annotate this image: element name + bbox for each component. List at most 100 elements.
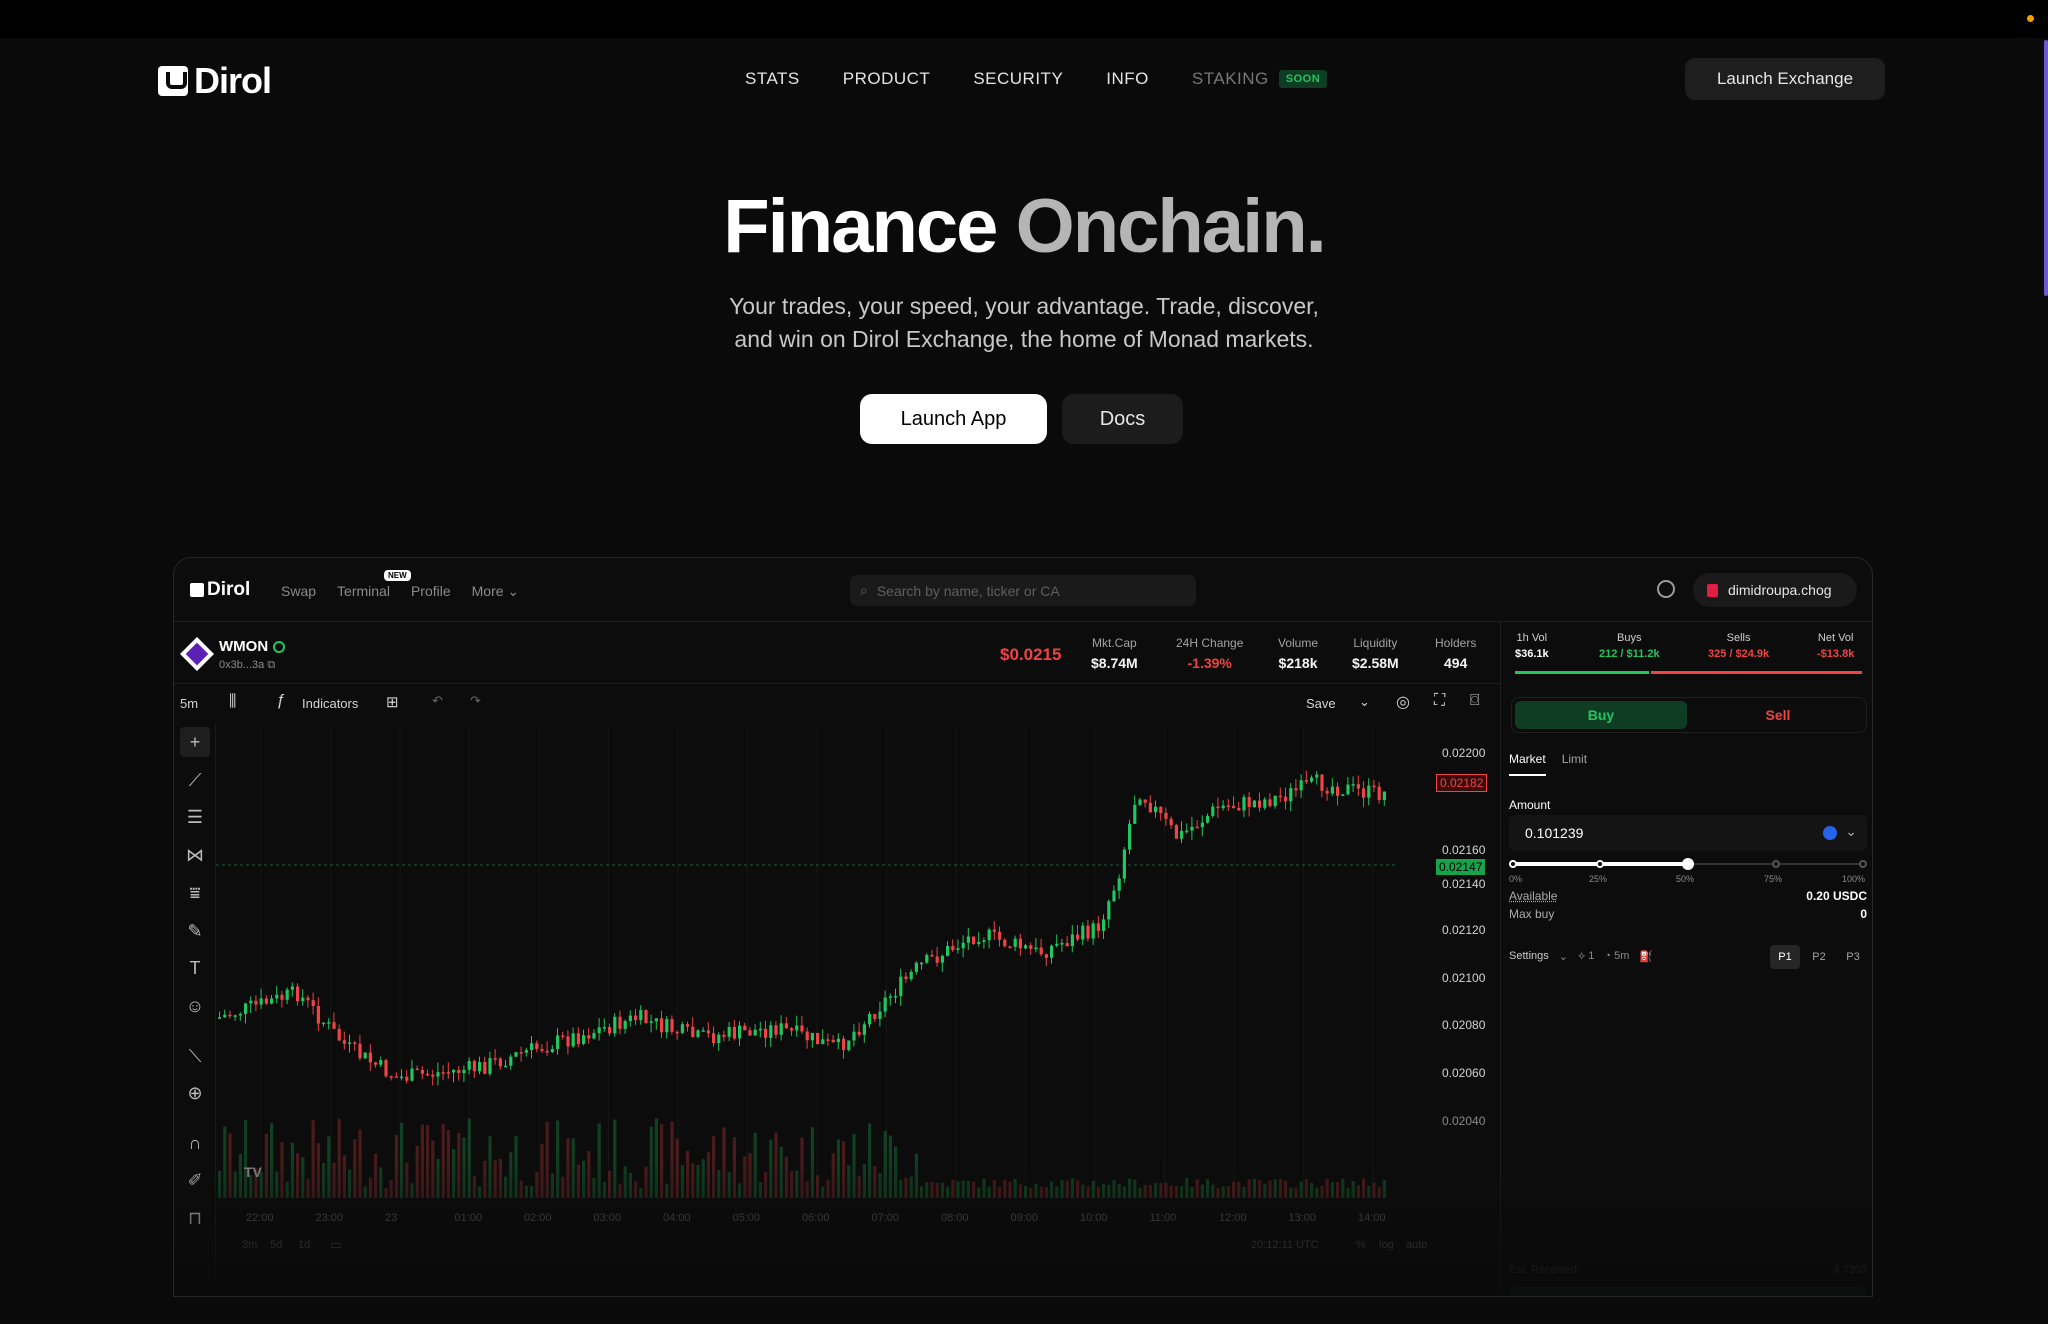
candle-body [634, 1015, 638, 1021]
auto-toggle[interactable]: auto [1406, 1239, 1427, 1251]
text-tool-icon[interactable]: T [180, 953, 210, 983]
volume-bar [852, 1134, 856, 1198]
brush-icon[interactable]: ✎ [180, 916, 210, 946]
range-1d[interactable]: 1d [298, 1239, 310, 1251]
volume-bar [233, 1171, 237, 1198]
slider-stop [1509, 860, 1517, 868]
candle-body [1070, 934, 1074, 946]
vol-value: 325 / $24.9k [1708, 648, 1770, 660]
tab-swap[interactable]: Swap [281, 583, 316, 600]
tab-market[interactable]: Market [1509, 752, 1546, 776]
candle-body [940, 955, 944, 963]
site-logo[interactable]: Dirol [158, 60, 272, 102]
nav-staking[interactable]: STAKING SOON [1192, 69, 1328, 89]
candle-body [920, 962, 924, 965]
indicators-button[interactable]: Indicators [302, 696, 358, 711]
usdc-coin-icon [1823, 826, 1837, 840]
volume-bar [1081, 1184, 1085, 1198]
price-chart[interactable]: 0.02200 0.02182 0.02160 0.02147 0.02140 … [216, 728, 1500, 1258]
chevron-down-icon[interactable]: ⌄ [1845, 823, 1857, 840]
volume-bar [628, 1172, 632, 1198]
lock-drawings-icon[interactable]: ✐ [180, 1165, 210, 1195]
range-5d[interactable]: 5d [270, 1239, 282, 1251]
x-tick: 11:00 [1149, 1212, 1177, 1224]
candle-body [982, 940, 986, 942]
fullscreen-icon[interactable]: ⛶ [1434, 692, 1445, 710]
tab-limit[interactable]: Limit [1562, 752, 1587, 776]
gear-icon[interactable] [1657, 580, 1675, 598]
candle-body [608, 1027, 612, 1034]
volume-bar [748, 1153, 752, 1198]
magnet-icon[interactable]: ∩ [180, 1128, 210, 1158]
save-button[interactable]: Save [1306, 696, 1336, 711]
volume-bar [1372, 1182, 1376, 1198]
preset-p2[interactable]: P2 [1804, 945, 1834, 969]
preset-p1[interactable]: P1 [1770, 945, 1800, 969]
volume-bar [1310, 1182, 1314, 1198]
fib-lines-icon[interactable]: ☰ [180, 802, 210, 832]
projection-icon[interactable]: ⩸ [180, 878, 210, 908]
sell-tab[interactable]: Sell [1692, 701, 1864, 729]
tab-more[interactable]: More ⌄ [472, 583, 520, 600]
slippage-text: 1 [1588, 950, 1595, 962]
nav-security[interactable]: SECURITY [973, 69, 1063, 89]
percent-toggle[interactable]: % [1356, 1239, 1366, 1251]
preset-p3[interactable]: P3 [1838, 945, 1868, 969]
slider-thumb[interactable] [1682, 858, 1694, 870]
crosshair-icon[interactable]: + [180, 727, 210, 757]
trendline-icon[interactable]: ⟋ [180, 765, 210, 795]
slider-stop [1859, 860, 1867, 868]
redo-icon[interactable]: ↷ [470, 693, 481, 709]
volume-bar [1190, 1186, 1194, 1198]
volume-bar [327, 1136, 331, 1198]
candle-type-icon[interactable]: ⫼ [229, 693, 236, 711]
candle-body [644, 1010, 648, 1023]
volume-bar [1216, 1187, 1220, 1198]
log-toggle[interactable]: log [1379, 1239, 1394, 1251]
tab-terminal[interactable]: Terminal [337, 583, 390, 600]
candle-body [587, 1035, 591, 1039]
volume-bar [571, 1138, 575, 1198]
volume-bar [873, 1165, 877, 1198]
pattern-icon[interactable]: ⋈ [180, 840, 210, 870]
lock-icon[interactable]: ⊓ [180, 1203, 210, 1233]
volume-bar [514, 1136, 518, 1198]
volume-bar [795, 1170, 799, 1198]
x-tick: 23:00 [315, 1212, 344, 1224]
layout-grid-icon[interactable]: ⊞ [386, 693, 399, 711]
calendar-icon[interactable]: ▭ [330, 1237, 342, 1253]
candle-body [374, 1062, 378, 1065]
settings-row[interactable]: Settings ⌄ ⟡ 1 ◔ 5m ⛽ [1509, 950, 1653, 963]
volume-bar [644, 1166, 648, 1198]
settings-icon[interactable]: ◎ [1396, 692, 1410, 712]
interval-select[interactable]: 5m [180, 696, 198, 711]
range-3m[interactable]: 3m [242, 1239, 257, 1251]
volume-bar [1013, 1178, 1017, 1198]
search-input[interactable]: ⌕ Search by name, ticker or CA [850, 575, 1196, 606]
emoji-icon[interactable]: ☺ [180, 991, 210, 1021]
docs-button[interactable]: Docs [1062, 394, 1183, 444]
nav-info[interactable]: INFO [1106, 69, 1149, 89]
volume-bar [1362, 1178, 1366, 1198]
ruler-icon[interactable]: ⟍ [180, 1041, 210, 1071]
nav-stats[interactable]: STATS [745, 69, 800, 89]
launch-app-button[interactable]: Launch App [860, 394, 1047, 444]
launch-exchange-button[interactable]: Launch Exchange [1685, 58, 1885, 100]
nav-product[interactable]: PRODUCT [843, 69, 931, 89]
zoom-in-icon[interactable]: ⊕ [180, 1078, 210, 1108]
max-buy-label: Max buy [1509, 907, 1555, 921]
app-logo[interactable]: Dirol [190, 579, 250, 601]
buy-tab[interactable]: Buy [1515, 701, 1687, 729]
amount-input[interactable]: 0.101239 ⌄ [1509, 815, 1867, 851]
swap-button[interactable]: Swap [1509, 1287, 1867, 1296]
camera-icon[interactable]: ⌼ [1470, 692, 1480, 710]
undo-icon[interactable]: ↶ [432, 693, 443, 709]
token-address[interactable]: 0x3b...3a ⧉ [219, 659, 275, 672]
chevron-down-icon[interactable]: ⌄ [1359, 694, 1370, 710]
volume-bar [894, 1146, 898, 1198]
user-account-button[interactable]: dimidroupa.chog [1693, 573, 1857, 607]
tab-profile[interactable]: Profile [411, 583, 451, 600]
copy-icon[interactable]: ⧉ [267, 659, 275, 671]
candle-body [1060, 943, 1064, 945]
amount-slider[interactable] [1509, 858, 1867, 870]
